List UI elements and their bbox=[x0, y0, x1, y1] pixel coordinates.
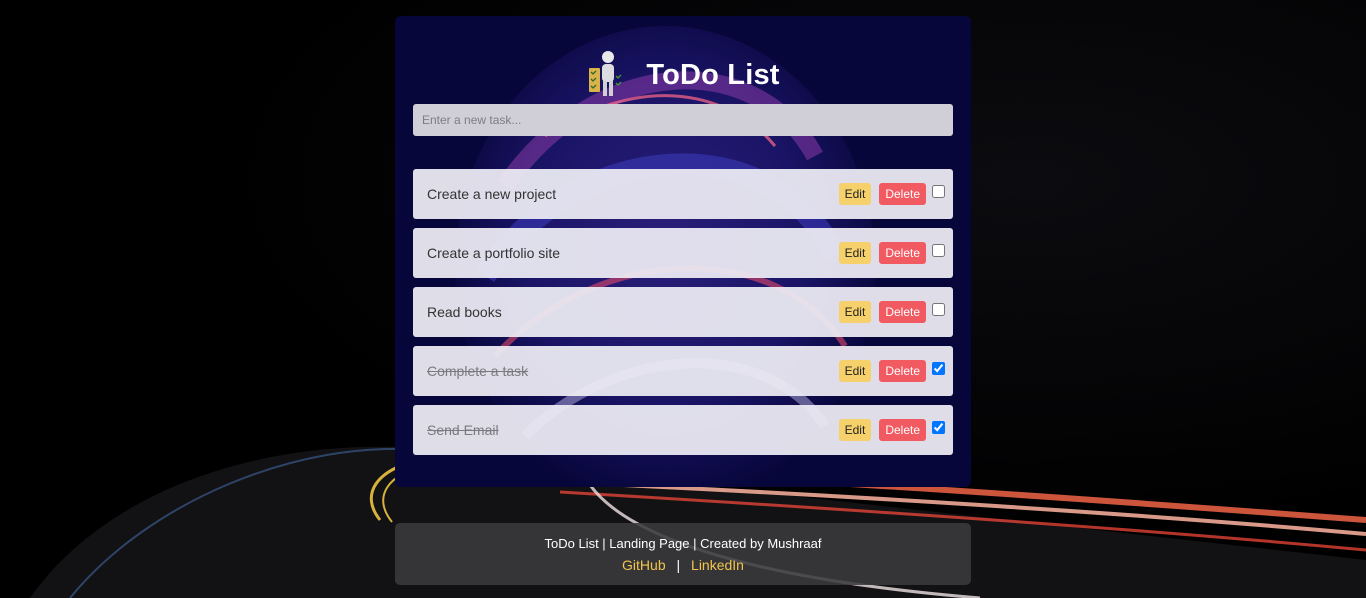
task-text: Create a portfolio site bbox=[427, 245, 561, 261]
task-item: Read books Edit Delete bbox=[413, 287, 953, 337]
edit-button[interactable]: Edit bbox=[838, 183, 872, 205]
github-link[interactable]: GitHub bbox=[622, 557, 666, 573]
todo-card: ToDo List Create a new project Edit Delete… bbox=[395, 16, 971, 487]
task-item: Create a portfolio site Edit Delete bbox=[413, 228, 953, 278]
delete-button[interactable]: Delete bbox=[879, 183, 926, 205]
task-complete-checkbox[interactable] bbox=[932, 243, 945, 257]
footer-separator: | bbox=[676, 557, 681, 573]
edit-button[interactable]: Edit bbox=[838, 360, 872, 382]
task-item: Complete a task Edit Delete bbox=[413, 346, 953, 396]
app-header: ToDo List bbox=[395, 50, 971, 100]
delete-button[interactable]: Delete bbox=[879, 419, 926, 441]
footer-links: GitHub | LinkedIn bbox=[395, 557, 971, 573]
delete-button[interactable]: Delete bbox=[879, 360, 926, 382]
edit-button[interactable]: Edit bbox=[838, 242, 872, 264]
task-complete-checkbox[interactable] bbox=[932, 302, 945, 316]
task-text: Send Email bbox=[427, 422, 499, 438]
new-task-input[interactable] bbox=[413, 104, 953, 136]
task-text: Create a new project bbox=[427, 186, 557, 202]
edit-button[interactable]: Edit bbox=[838, 419, 872, 441]
task-complete-checkbox[interactable] bbox=[932, 420, 945, 434]
person-with-checklist-icon bbox=[589, 51, 622, 96]
linkedin-link[interactable]: LinkedIn bbox=[691, 557, 744, 573]
task-text: Read books bbox=[427, 304, 502, 320]
task-text: Complete a task bbox=[427, 363, 529, 379]
task-item: Create a new project Edit Delete bbox=[413, 169, 953, 219]
task-item: Send Email Edit Delete bbox=[413, 405, 953, 455]
edit-button[interactable]: Edit bbox=[838, 301, 872, 323]
task-list: Create a new project Edit Delete Create a p… bbox=[413, 169, 953, 464]
footer: ToDo List | Landing Page | Created by Mu… bbox=[395, 523, 971, 585]
task-complete-checkbox[interactable] bbox=[932, 361, 945, 375]
app-title: ToDo List bbox=[646, 58, 780, 91]
delete-button[interactable]: Delete bbox=[879, 301, 926, 323]
task-complete-checkbox[interactable] bbox=[932, 184, 945, 198]
footer-credit: ToDo List | Landing Page | Created by Mu… bbox=[544, 536, 822, 551]
delete-button[interactable]: Delete bbox=[879, 242, 926, 264]
